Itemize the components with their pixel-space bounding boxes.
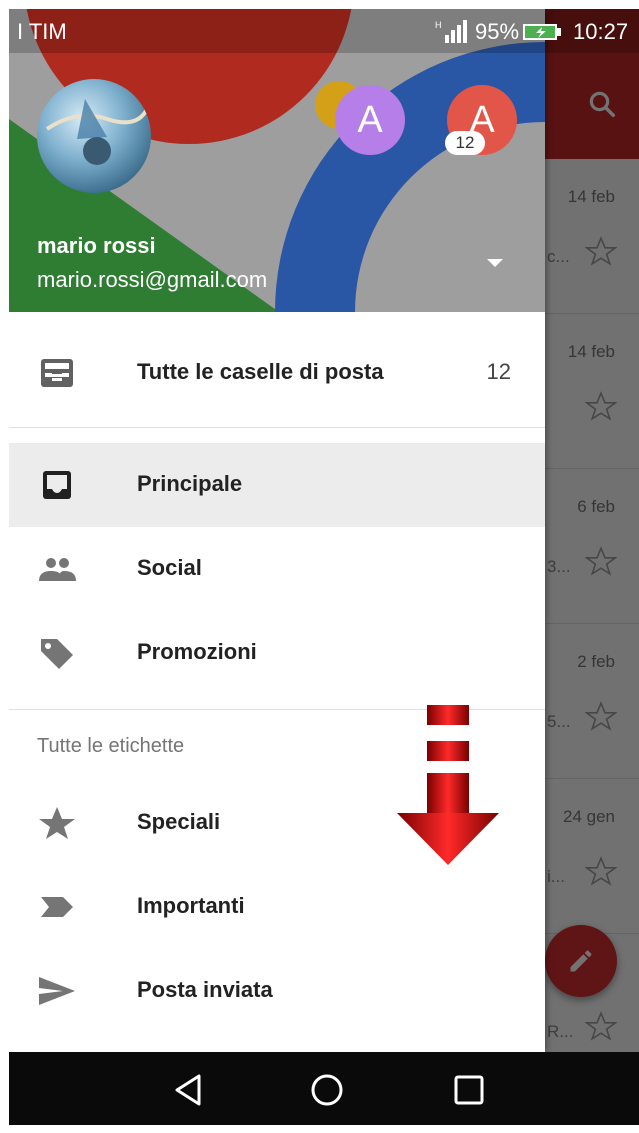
important-icon: [41, 897, 73, 917]
carrier-name: I TIM: [17, 19, 67, 44]
system-navigation-bar: [9, 1052, 639, 1125]
clock: 10:27: [573, 19, 629, 44]
drawer-item-label: Social: [137, 555, 202, 580]
account-header: A A 12 mario rossi mario.rossi@gmail.com: [9, 9, 545, 312]
divider: [9, 427, 545, 428]
back-icon[interactable]: [169, 1070, 209, 1110]
recents-icon[interactable]: [449, 1070, 489, 1110]
star-icon: [39, 807, 75, 839]
drawer-item-label: Tutte le caselle di posta: [137, 359, 384, 384]
other-account-avatar[interactable]: A: [335, 85, 405, 155]
inbox-icon: [43, 471, 71, 499]
account-email: mario.rossi@gmail.com: [37, 267, 268, 292]
phone-screen: 14 febc...14 feb6 feb3...2 feb5...24 gen…: [9, 9, 639, 1125]
home-icon[interactable]: [307, 1070, 347, 1110]
signal-icon: H: [435, 20, 467, 43]
drawer-item-posta-inviata[interactable]: Posta inviata: [9, 949, 545, 1033]
unread-badge: 12: [445, 131, 485, 155]
chevron-down-icon[interactable]: [485, 257, 505, 269]
drawer-item-social[interactable]: Social: [9, 527, 545, 611]
send-icon: [39, 977, 75, 1005]
drawer-item-label: Posta inviata: [137, 977, 273, 1002]
drawer-item-label: Promozioni: [137, 639, 257, 664]
drawer-item-label: Importanti: [137, 893, 245, 918]
people-icon: [39, 558, 76, 581]
drawer-item-importanti[interactable]: Importanti: [9, 865, 545, 949]
drawer-item-label: Principale: [137, 471, 243, 496]
section-title: Tutte le etichette: [37, 735, 185, 757]
status-bar: I TIM H 95% 10:27: [9, 9, 639, 53]
red-arrow-down-icon: [397, 705, 499, 865]
account-avatar[interactable]: [37, 79, 151, 193]
drawer-item-count: 12: [486, 359, 511, 384]
all-inboxes-icon: [41, 359, 73, 387]
navigation-drawer: A A 12 mario rossi mario.rossi@gmail.com…: [9, 9, 545, 1052]
battery-charging-icon: [523, 24, 561, 40]
battery-percentage: 95%: [475, 19, 520, 44]
drawer-item-label: Speciali: [137, 809, 221, 834]
svg-text:H: H: [435, 20, 442, 30]
tag-icon: [41, 639, 73, 669]
drawer-item-all-inboxes[interactable]: Tutte le caselle di posta 12: [9, 331, 545, 415]
drawer-item-principale[interactable]: Principale: [9, 443, 545, 527]
drawer-item-promozioni[interactable]: Promozioni: [9, 611, 545, 695]
account-name: mario rossi: [37, 233, 156, 258]
